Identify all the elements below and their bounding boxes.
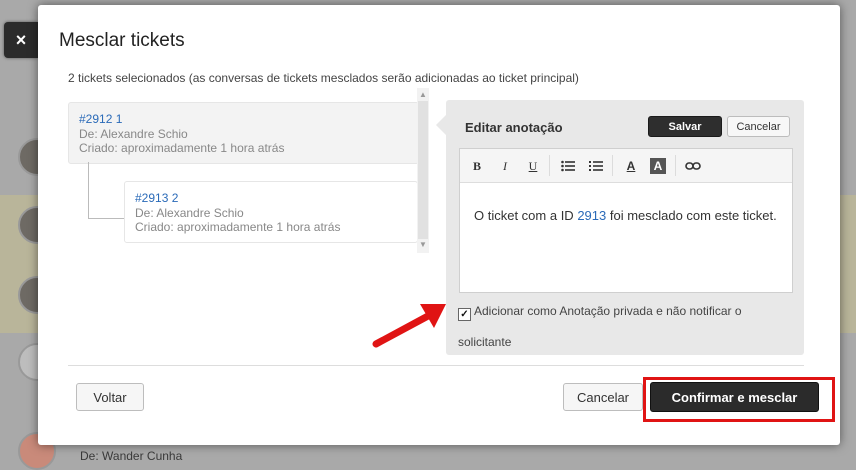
close-dialog-button[interactable]: × <box>4 22 38 58</box>
cancel-note-button[interactable]: Cancelar <box>727 116 790 137</box>
close-icon: × <box>15 29 27 50</box>
toolbar-separator <box>675 155 676 176</box>
italic-icon[interactable]: I <box>497 158 513 174</box>
ticket-link[interactable]: #2912 1 <box>79 112 122 126</box>
ticket-card-merged[interactable]: #2913 2 De: Alexandre Schio Criado: apro… <box>124 181 418 243</box>
dialog-title: Mesclar tickets <box>59 30 185 51</box>
underline-icon[interactable]: U <box>525 158 541 174</box>
note-text-part: O ticket com a ID <box>474 208 578 223</box>
private-note-checkbox[interactable]: ✓ <box>458 308 471 321</box>
toolbar-separator <box>549 155 550 176</box>
edit-note-panel: Editar anotação Salvar Cancelar B I U A … <box>446 100 804 355</box>
ticket-link[interactable]: #2913 2 <box>135 191 178 205</box>
scroll-up-icon[interactable]: ▲ <box>419 90 427 99</box>
toolbar-separator <box>612 155 613 176</box>
note-text[interactable]: O ticket com a ID 2913 foi mesclado com … <box>474 201 779 231</box>
note-editor[interactable]: B I U A A O ticket com a ID 2913 foi mes… <box>459 148 793 293</box>
bullet-list-icon[interactable] <box>560 158 576 174</box>
ticket-list: #2912 1 De: Alexandre Schio Criado: apro… <box>68 95 433 253</box>
confirm-merge-button[interactable]: Confirmar e mesclar <box>650 382 819 412</box>
save-note-button[interactable]: Salvar <box>648 116 722 137</box>
link-icon[interactable] <box>685 158 701 174</box>
ticket-author: De: Alexandre Schio <box>135 206 244 220</box>
private-note-label: Adicionar como Anotação privada e não no… <box>458 304 742 349</box>
private-note-option[interactable]: ✓ Adicionar como Anotação privada e não n… <box>458 296 798 358</box>
scroll-down-icon[interactable]: ▼ <box>419 240 427 249</box>
background-color-icon[interactable]: A <box>650 158 666 174</box>
merge-tickets-dialog: Mesclar tickets 2 tickets selecionados (… <box>38 5 840 445</box>
scroll-thumb[interactable] <box>418 101 428 239</box>
ticket-created: Criado: aproximadamente 1 hora atrás <box>135 220 341 234</box>
ticket-card-primary[interactable]: #2912 1 De: Alexandre Schio Criado: apro… <box>68 102 419 164</box>
editor-toolbar: B I U A A <box>460 149 792 183</box>
tree-connector <box>88 162 89 218</box>
text-color-icon[interactable]: A <box>623 158 639 174</box>
tree-connector <box>88 218 124 219</box>
ticket-created: Criado: aproximadamente 1 hora atrás <box>79 141 285 155</box>
bold-icon[interactable]: B <box>469 158 485 174</box>
ticket-author: De: Alexandre Schio <box>79 127 188 141</box>
note-text-part: foi mesclado com este ticket. <box>606 208 777 223</box>
note-ticket-link[interactable]: 2913 <box>577 208 606 223</box>
cancel-button[interactable]: Cancelar <box>563 383 643 411</box>
selection-summary: 2 tickets selecionados (as conversas de … <box>68 71 579 85</box>
numbered-list-icon[interactable] <box>588 158 604 174</box>
footer-divider <box>68 365 804 366</box>
annotation-arrow-icon <box>372 304 446 348</box>
back-button[interactable]: Voltar <box>76 383 144 411</box>
panel-pointer <box>436 115 446 135</box>
ticket-list-scrollbar[interactable]: ▲ ▼ <box>417 88 429 253</box>
panel-title: Editar anotação <box>465 120 563 135</box>
